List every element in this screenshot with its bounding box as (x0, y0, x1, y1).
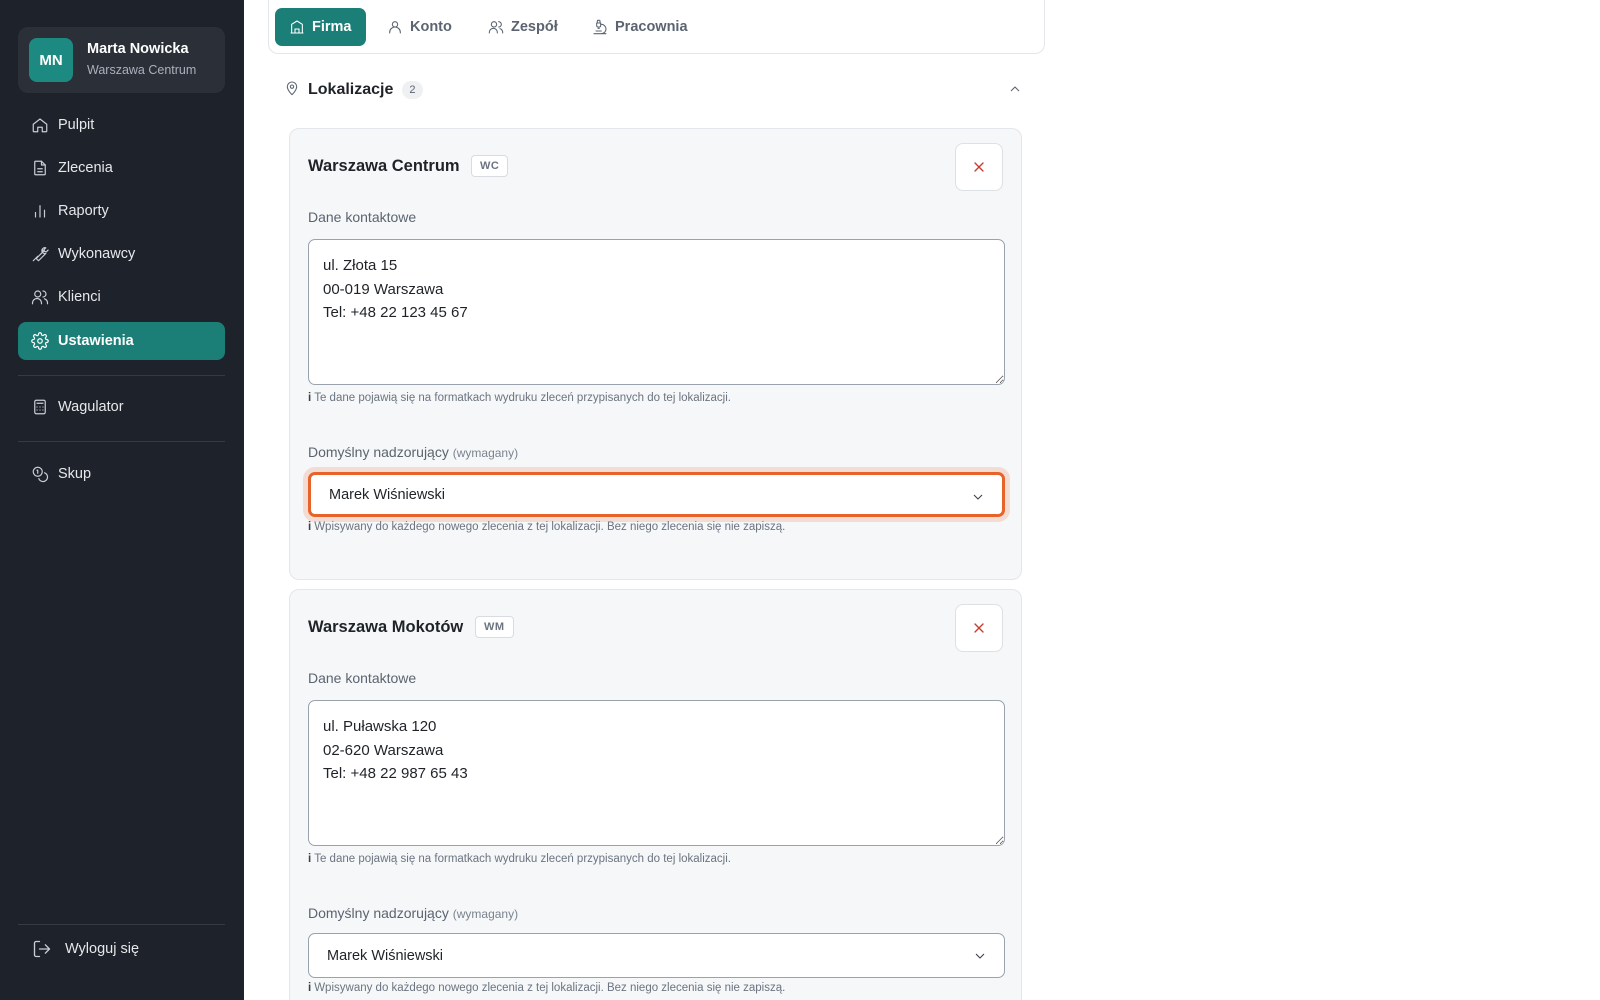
wrench-icon (31, 245, 49, 263)
section-title: Lokalizacje (308, 81, 394, 98)
supervisor-label: Domyślny nadzorujący (wymagany) (308, 905, 518, 921)
map-pin-icon (284, 80, 300, 101)
info-icon: i (308, 392, 312, 404)
sidebar-item-label: Zlecenia (58, 160, 113, 176)
home-icon (31, 116, 49, 134)
avatar: MN (29, 38, 73, 82)
microscope-icon (593, 19, 607, 35)
supervisor-hint-text: Wpisywany do każdego nowego zlecenia z t… (314, 982, 786, 994)
gear-icon (31, 332, 49, 350)
tab-label: Pracownia (615, 19, 688, 35)
tab-label: Konto (410, 19, 452, 35)
team-icon (488, 21, 504, 34)
sidebar-item-pulpit[interactable]: Pulpit (18, 106, 225, 144)
tab-konto[interactable]: Konto (373, 8, 466, 46)
user-card[interactable]: MN Marta Nowicka Warszawa Centrum (18, 27, 225, 93)
supervisor-hint-text: Wpisywany do każdego nowego zlecenia z t… (314, 521, 786, 533)
required-marker: (wymagany) (452, 907, 519, 921)
contact-textarea[interactable]: ul. Złota 15 00-019 Warszawa Tel: +48 22… (308, 239, 1005, 385)
remove-location-button[interactable] (955, 604, 1003, 652)
sidebar-item-label: Wykonawcy (58, 246, 136, 262)
calculator-icon (31, 398, 49, 416)
sidebar-divider (18, 924, 225, 925)
contact-label: Dane kontaktowe (308, 209, 417, 225)
info-icon: i (308, 521, 312, 533)
location-count-badge: 2 (402, 81, 423, 99)
close-icon (974, 162, 984, 172)
building-icon (290, 20, 304, 34)
sidebar-item-label: Skup (58, 466, 92, 482)
location-card: Warszawa Mokotów WM Dane kontaktowe ul. … (289, 589, 1022, 1000)
sidebar-item-wykonawcy[interactable]: Wykonawcy (18, 235, 225, 273)
sidebar-item-label: Pulpit (58, 117, 95, 133)
tab-label: Zespół (511, 19, 558, 35)
sidebar-divider (18, 441, 225, 442)
user-icon (389, 21, 401, 34)
contact-textarea[interactable]: ul. Puławska 120 02-620 Warszawa Tel: +4… (308, 700, 1005, 846)
chevron-up-icon (1010, 86, 1020, 92)
sidebar-item-zlecenia[interactable]: Zlecenia (18, 149, 225, 187)
info-icon: i (308, 982, 312, 994)
document-icon (31, 159, 49, 177)
supervisor-select-value: Marek Wiśniewski (327, 947, 444, 964)
sidebar-item-label: Raporty (58, 203, 109, 219)
tab-pracownia[interactable]: Pracownia (578, 8, 702, 46)
contact-hint-text: Te dane pojawią się na formatkach wydruk… (314, 853, 731, 865)
sidebar-item-wagulator[interactable]: Wagulator (18, 388, 225, 426)
close-icon (974, 623, 984, 633)
chevron-down-icon (970, 489, 986, 505)
section-header[interactable]: Lokalizacje 2 (284, 75, 423, 105)
location-code-badge: WC (471, 155, 509, 177)
sidebar-item-label: Wagulator (58, 399, 124, 415)
coins-icon (31, 465, 49, 483)
sidebar-item-klienci[interactable]: Klienci (18, 278, 225, 316)
settings-tabs: Firma Konto Zespół Pracownia (268, 0, 1045, 54)
sidebar-item-ustawienia[interactable]: Ustawienia (18, 322, 225, 360)
sidebar-item-label: Klienci (58, 289, 101, 305)
tab-label: Firma (312, 19, 352, 35)
sidebar-item-raporty[interactable]: Raporty (18, 192, 225, 230)
location-name: Warszawa Mokotów (308, 618, 464, 636)
user-location: Warszawa Centrum (87, 63, 197, 77)
chevron-down-icon (972, 948, 988, 964)
users-icon (31, 288, 49, 306)
contact-hint: i Te dane pojawią się na formatkach wydru… (308, 392, 731, 404)
remove-location-button[interactable] (955, 143, 1003, 191)
locations-section: Lokalizacje 2 Warszawa Centrum WC Dane k… (268, 61, 1045, 1000)
required-marker: (wymagany) (452, 446, 519, 460)
sidebar-item-label: Ustawienia (58, 333, 134, 349)
supervisor-select[interactable]: Marek Wiśniewski (308, 933, 1005, 978)
tab-firma[interactable]: Firma (275, 8, 366, 46)
contact-label: Dane kontaktowe (308, 670, 417, 686)
supervisor-select[interactable]: Marek Wiśniewski (308, 472, 1005, 517)
contact-hint: i Te dane pojawią się na formatkach wydru… (308, 853, 731, 865)
location-name: Warszawa Centrum (308, 157, 460, 175)
bar-chart-icon (31, 202, 49, 220)
location-card: Warszawa Centrum WC Dane kontaktowe ul. … (289, 128, 1022, 580)
supervisor-label: Domyślny nadzorujący (wymagany) (308, 444, 518, 460)
supervisor-hint: i Wpisywany do każdego nowego zlecenia z … (308, 982, 785, 994)
sidebar-divider (18, 375, 225, 376)
sidebar: MN Marta Nowicka Warszawa Centrum Pulpit… (0, 0, 244, 1000)
user-name: Marta Nowicka (87, 41, 189, 57)
supervisor-label-text: Domyślny nadzorujący (308, 444, 449, 460)
info-icon: i (308, 853, 312, 865)
logout-label: Wyloguj się (65, 941, 140, 957)
sidebar-item-skup[interactable]: Skup (18, 455, 225, 493)
logout-icon (32, 939, 52, 959)
supervisor-label-text: Domyślny nadzorujący (308, 905, 449, 921)
logout-button[interactable]: Wyloguj się (18, 929, 225, 969)
tab-zespol[interactable]: Zespół (474, 8, 572, 46)
contact-hint-text: Te dane pojawią się na formatkach wydruk… (314, 392, 731, 404)
collapse-toggle[interactable] (1007, 81, 1023, 97)
location-code-badge: WM (475, 616, 514, 638)
supervisor-select-value: Marek Wiśniewski (329, 486, 446, 503)
supervisor-hint: i Wpisywany do każdego nowego zlecenia z … (308, 521, 785, 533)
